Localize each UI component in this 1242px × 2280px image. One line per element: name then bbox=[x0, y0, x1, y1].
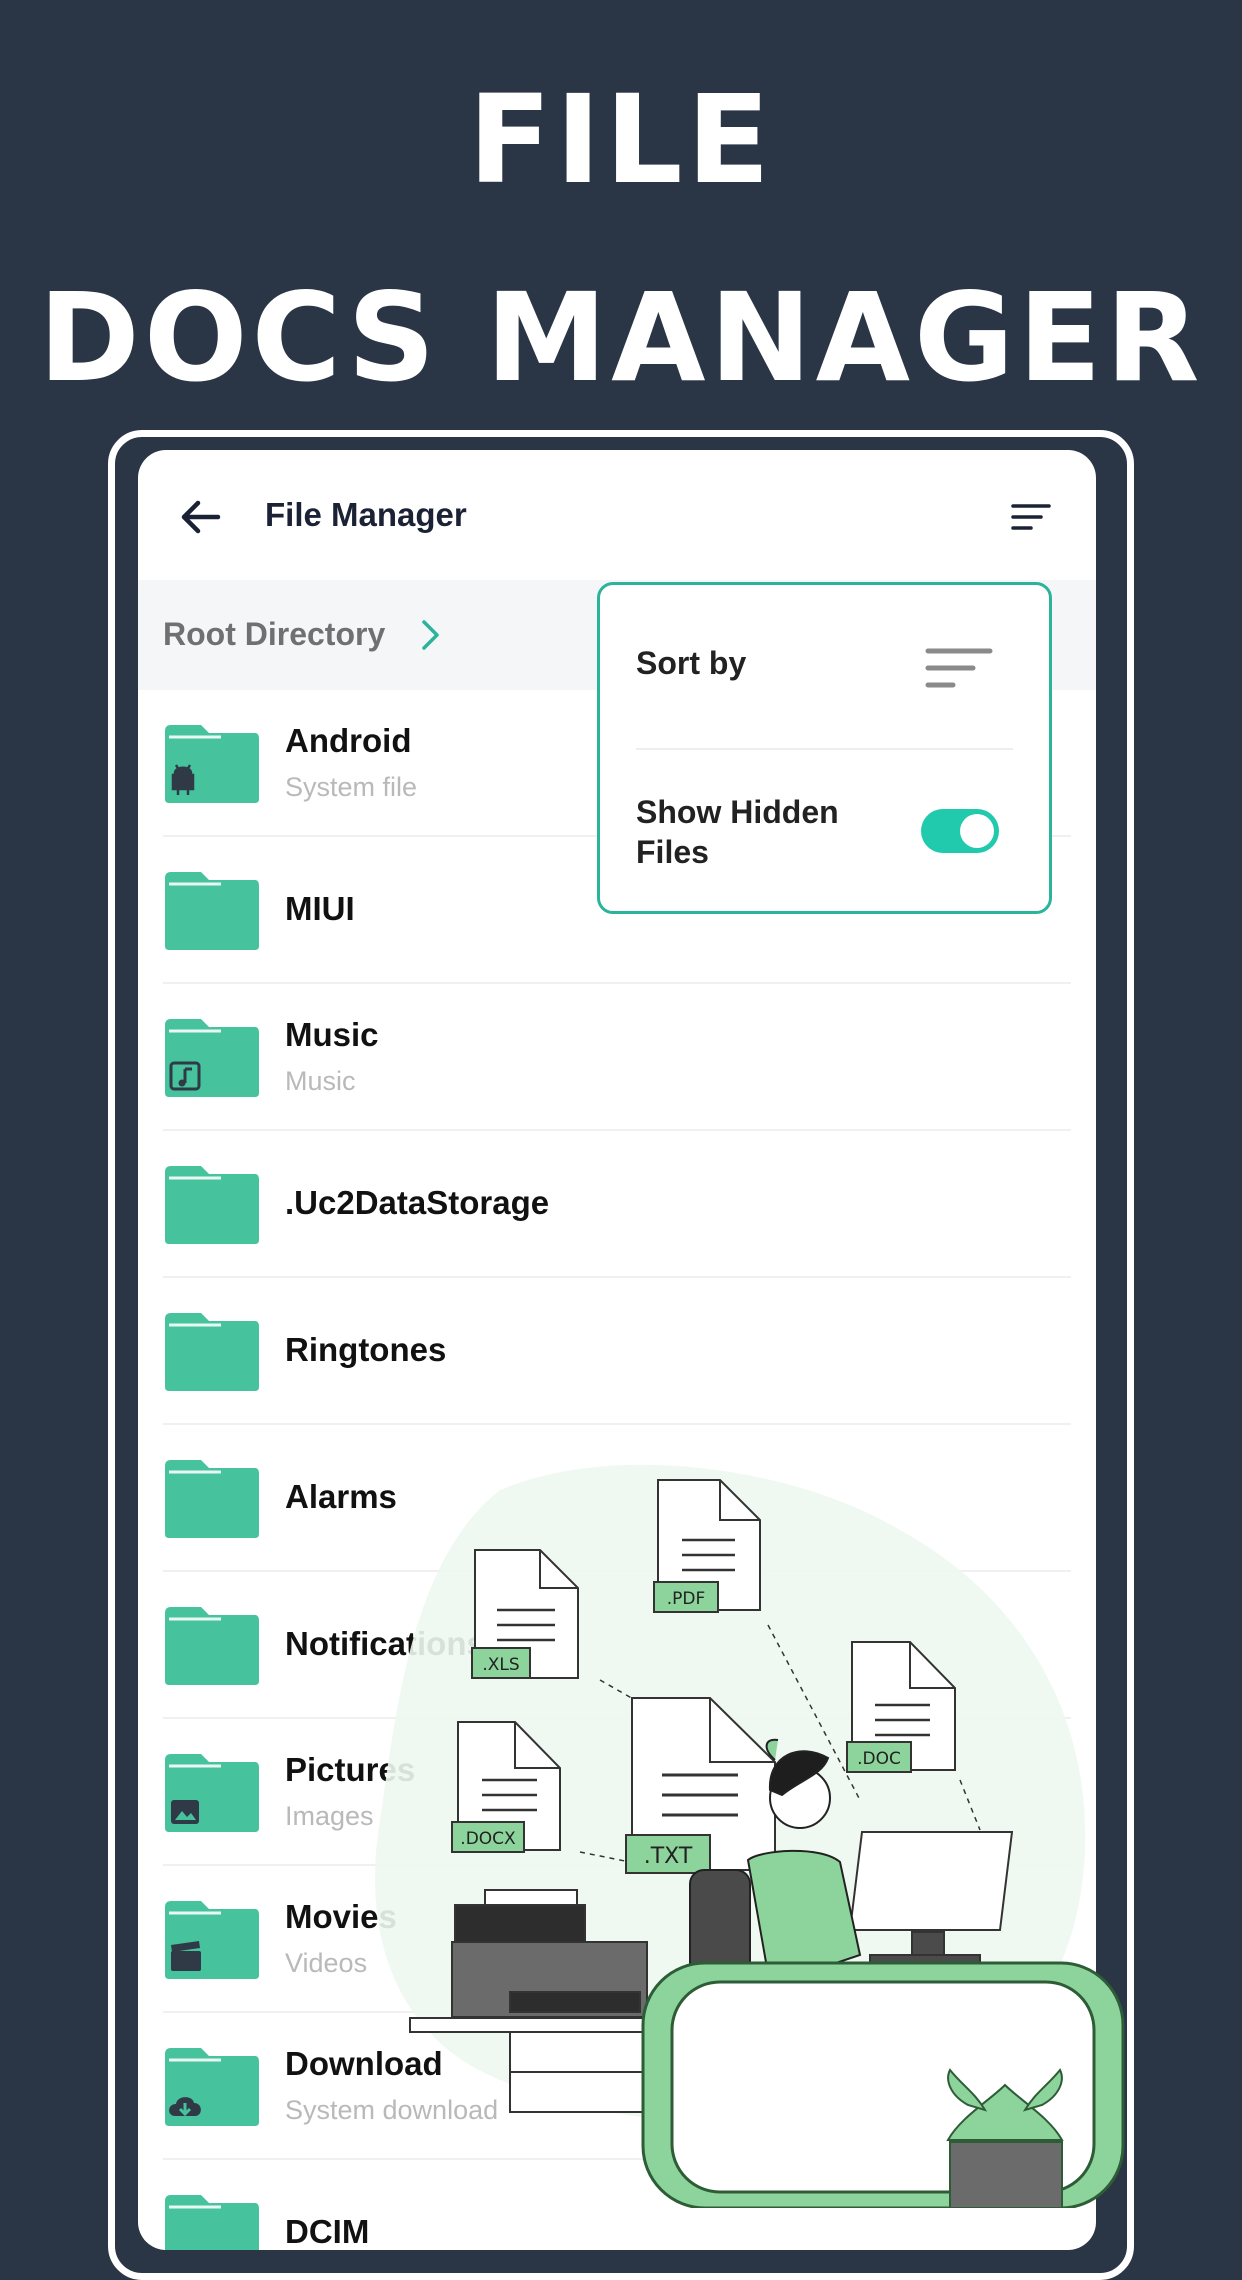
folder-icon bbox=[165, 1754, 259, 1832]
sort-by-option[interactable]: Sort by bbox=[600, 585, 1049, 748]
list-item[interactable]: Notifications bbox=[138, 1572, 1096, 1719]
file-name: DCIM bbox=[285, 2213, 370, 2250]
file-name: Android bbox=[285, 722, 412, 759]
image-icon bbox=[171, 1800, 199, 1824]
promo-title-line2: DOCS MANAGER bbox=[38, 267, 1204, 409]
show-hidden-label: Show Hidden Files bbox=[636, 794, 839, 870]
file-name: Alarms bbox=[285, 1478, 397, 1515]
file-subtitle: Music bbox=[285, 1066, 356, 1096]
show-hidden-toggle[interactable] bbox=[921, 809, 999, 853]
sort-by-label: Sort by bbox=[636, 645, 747, 681]
toggle-knob bbox=[960, 814, 994, 848]
list-item[interactable]: Ringtones bbox=[138, 1278, 1096, 1425]
file-name: Notifications bbox=[285, 1625, 485, 1662]
back-arrow-icon[interactable] bbox=[178, 495, 222, 539]
list-item[interactable]: Music Music bbox=[138, 984, 1096, 1131]
list-item[interactable]: Pictures Images bbox=[138, 1719, 1096, 1866]
folder-icon bbox=[165, 2195, 259, 2250]
file-list: Android System file MIUI Music Music .Uc… bbox=[138, 690, 1096, 2250]
chevron-right-icon bbox=[422, 620, 439, 650]
folder-icon bbox=[165, 1313, 259, 1391]
app-title: File Manager bbox=[265, 496, 467, 533]
folder-icon bbox=[165, 2048, 259, 2126]
folder-icon bbox=[165, 872, 259, 950]
promo-title-line1: FILE bbox=[468, 69, 774, 211]
file-name: Ringtones bbox=[285, 1331, 447, 1368]
file-name: Pictures bbox=[285, 1751, 416, 1788]
sort-lines-icon[interactable] bbox=[1011, 502, 1051, 532]
folder-icon bbox=[165, 1166, 259, 1244]
options-popup: Sort by Show Hidden Files bbox=[597, 582, 1052, 914]
video-icon bbox=[171, 1941, 201, 1971]
folder-icon bbox=[165, 1607, 259, 1685]
file-subtitle: Images bbox=[285, 1801, 374, 1831]
folder-icon bbox=[165, 725, 259, 803]
popup-divider bbox=[636, 748, 1013, 750]
file-name: MIUI bbox=[285, 890, 355, 927]
breadcrumb-root[interactable]: Root Directory bbox=[163, 616, 385, 653]
list-item[interactable]: Download System download bbox=[138, 2013, 1096, 2160]
list-item[interactable]: .Uc2DataStorage bbox=[138, 1131, 1096, 1278]
app-bar: File Manager bbox=[138, 450, 1096, 580]
folder-icon bbox=[165, 1019, 259, 1097]
folder-icon bbox=[165, 1460, 259, 1538]
sort-lines-icon bbox=[925, 648, 993, 688]
list-item[interactable]: Alarms bbox=[138, 1425, 1096, 1572]
file-name: .Uc2DataStorage bbox=[285, 1184, 550, 1221]
file-subtitle: System file bbox=[285, 772, 418, 802]
file-name: Download bbox=[285, 2045, 443, 2082]
file-subtitle: System download bbox=[285, 2095, 499, 2125]
file-name: Movies bbox=[285, 1898, 397, 1935]
file-name: Music bbox=[285, 1016, 379, 1053]
folder-icon bbox=[165, 1901, 259, 1979]
list-item[interactable]: DCIM bbox=[138, 2160, 1096, 2250]
list-item[interactable]: Movies Videos bbox=[138, 1866, 1096, 2013]
file-subtitle: Videos bbox=[285, 1948, 368, 1978]
